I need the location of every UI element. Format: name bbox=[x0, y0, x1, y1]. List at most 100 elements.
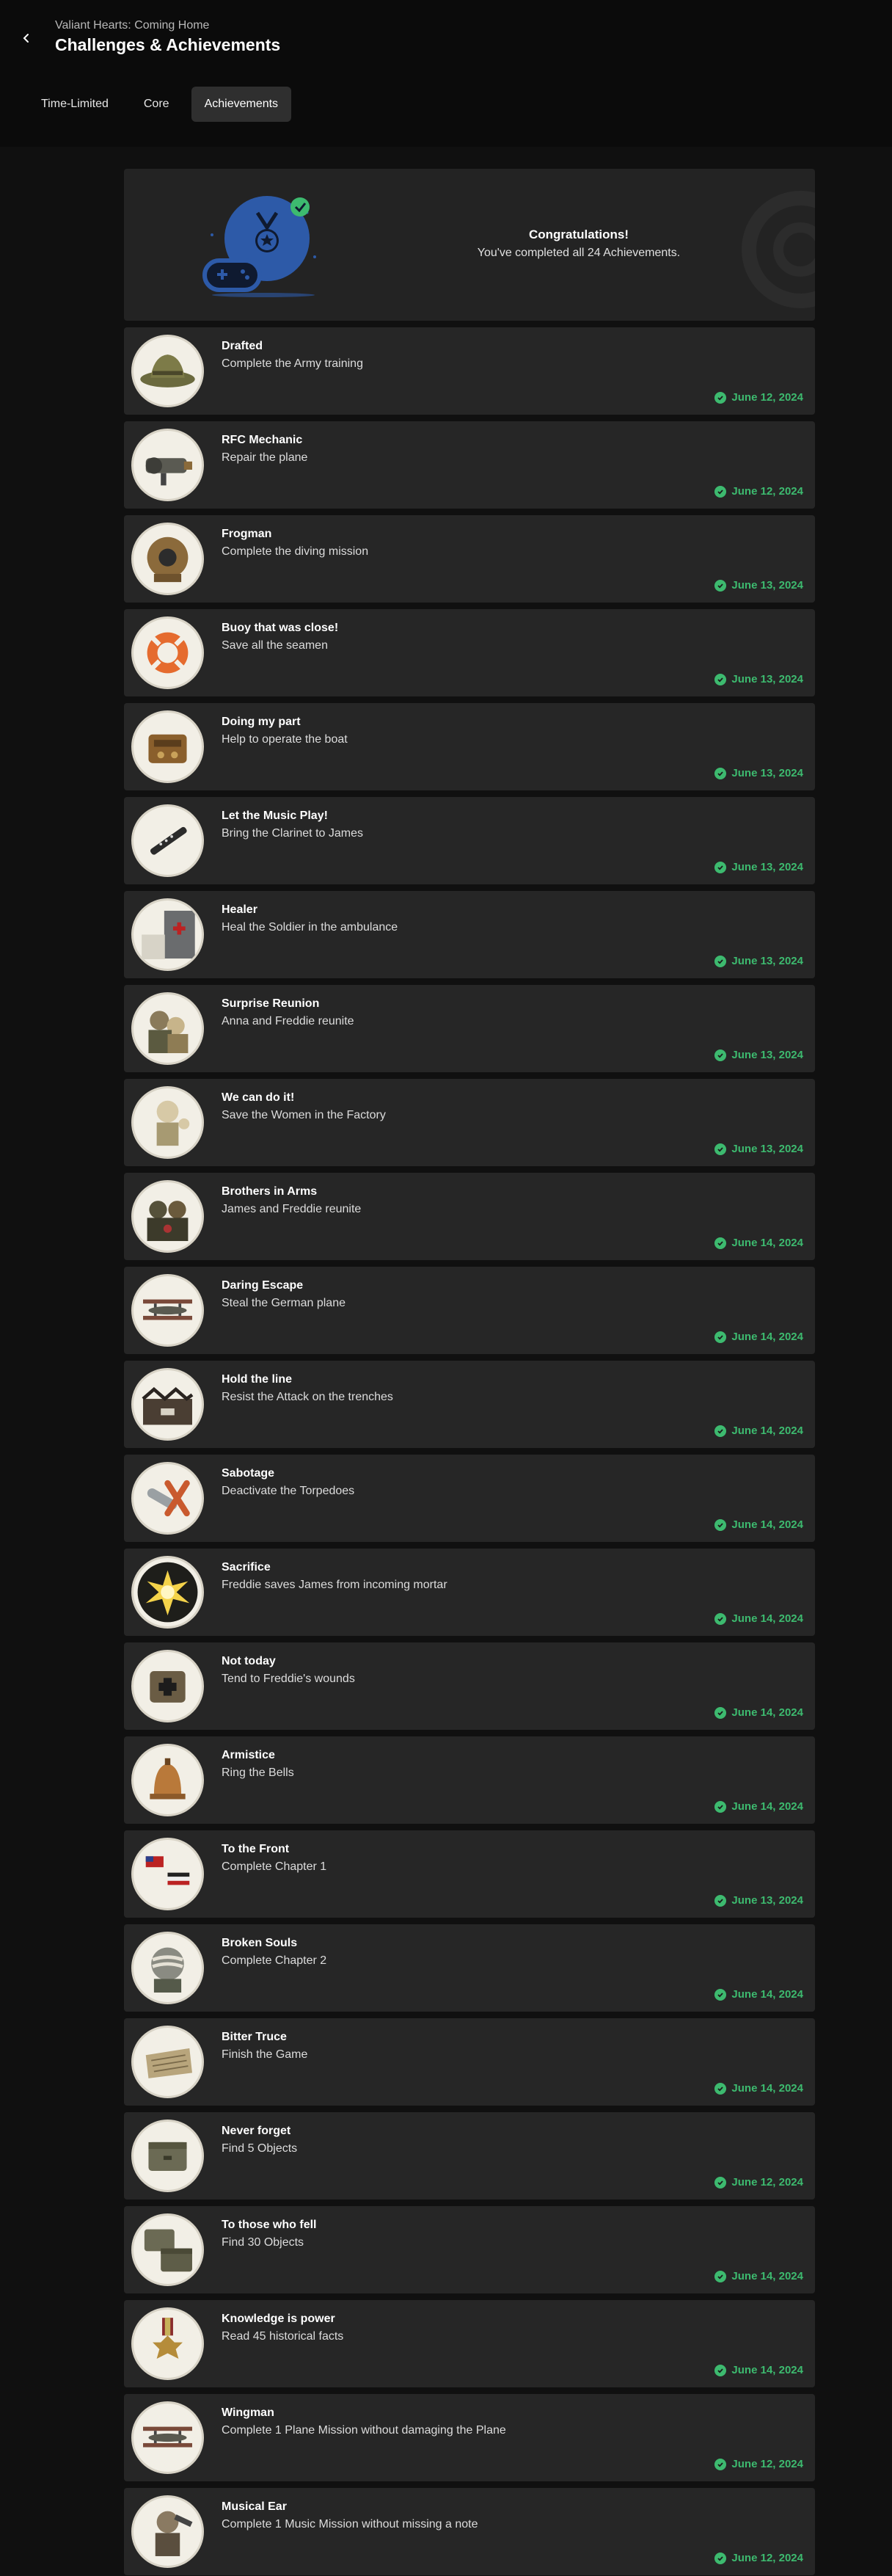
chevron-left-icon bbox=[23, 34, 29, 43]
achievement-card[interactable]: Daring Escape Steal the German plane Jun… bbox=[124, 1267, 815, 1354]
ubisoft-swirl-icon bbox=[742, 191, 815, 308]
achievement-name: Let the Music Play! bbox=[222, 809, 328, 822]
banner-title: Congratulations! bbox=[529, 228, 629, 241]
tab-time-limited[interactable]: Time-Limited bbox=[28, 87, 122, 122]
reunion-icon bbox=[131, 992, 204, 1065]
unlock-date: June 14, 2024 bbox=[714, 2082, 803, 2095]
achievement-description: Anna and Freddie reunite bbox=[222, 1015, 354, 1027]
achievement-name: Daring Escape bbox=[222, 1279, 304, 1292]
achievement-description: Ring the Bells bbox=[222, 1767, 294, 1779]
check-circle-icon bbox=[714, 1518, 727, 1531]
achievement-name: Musical Ear bbox=[222, 2500, 287, 2513]
achievement-description: James and Freddie reunite bbox=[222, 1203, 362, 1215]
achievement-card[interactable]: Buoy that was close! Save all the seamen… bbox=[124, 609, 815, 696]
achievement-description: Steal the German plane bbox=[222, 1297, 346, 1309]
unlock-date-text: June 12, 2024 bbox=[731, 391, 803, 404]
page-header: Valiant Hearts: Coming Home Challenges &… bbox=[0, 0, 892, 147]
bell-icon bbox=[131, 1744, 204, 1816]
achievement-card[interactable]: Bitter Truce Finish the Game June 14, 20… bbox=[124, 2018, 815, 2106]
tab-core[interactable]: Core bbox=[131, 87, 183, 122]
achievement-card[interactable]: Broken Souls Complete Chapter 2 June 14,… bbox=[124, 1924, 815, 2012]
army-hat-icon bbox=[131, 335, 204, 407]
achievement-description: Bring the Clarinet to James bbox=[222, 827, 363, 840]
achievement-card[interactable]: To the Front Complete Chapter 1 June 13,… bbox=[124, 1830, 815, 1918]
unlock-date: June 14, 2024 bbox=[714, 1800, 803, 1813]
achievement-card[interactable]: We can do it! Save the Women in the Fact… bbox=[124, 1079, 815, 1166]
unlock-date-text: June 14, 2024 bbox=[731, 1706, 803, 1719]
unlock-date-text: June 14, 2024 bbox=[731, 1331, 803, 1343]
achievement-name: Surprise Reunion bbox=[222, 997, 320, 1010]
achievement-card[interactable]: RFC Mechanic Repair the plane June 12, 2… bbox=[124, 421, 815, 509]
unlock-date-text: June 14, 2024 bbox=[731, 1237, 803, 1249]
check-circle-icon bbox=[714, 2552, 727, 2564]
achievement-name: Knowledge is power bbox=[222, 2313, 335, 2325]
achievement-card[interactable]: Sabotage Deactivate the Torpedoes June 1… bbox=[124, 1455, 815, 1542]
achievement-card[interactable]: Frogman Complete the diving mission June… bbox=[124, 515, 815, 603]
achievement-description: Read 45 historical facts bbox=[222, 2330, 344, 2343]
back-button[interactable] bbox=[18, 29, 35, 47]
medal-controller-icon bbox=[202, 196, 316, 297]
achievement-description: Save the Women in the Factory bbox=[222, 1109, 386, 1121]
achievement-name: Not today bbox=[222, 1655, 276, 1667]
achievement-name: Frogman bbox=[222, 528, 272, 540]
achievement-name: Wingman bbox=[222, 2406, 274, 2419]
achievement-card[interactable]: Wingman Complete 1 Plane Mission without… bbox=[124, 2394, 815, 2481]
letter-icon bbox=[131, 2026, 204, 2098]
unlock-date: June 13, 2024 bbox=[714, 767, 803, 779]
unlock-date-text: June 13, 2024 bbox=[731, 861, 803, 873]
unlock-date-text: June 14, 2024 bbox=[731, 1612, 803, 1625]
achievement-card[interactable]: Knowledge is power Read 45 historical fa… bbox=[124, 2300, 815, 2387]
check-circle-icon bbox=[714, 2270, 727, 2282]
completion-banner: Congratulations! You've completed all 24… bbox=[124, 169, 815, 321]
banner-subtitle: You've completed all 24 Achievements. bbox=[477, 247, 681, 259]
check-circle-icon bbox=[714, 1049, 727, 1061]
trench-icon bbox=[131, 1368, 204, 1441]
banner-text: Congratulations! You've completed all 24… bbox=[432, 228, 725, 260]
unlock-date-text: June 13, 2024 bbox=[731, 955, 803, 967]
unlock-date: June 12, 2024 bbox=[714, 485, 803, 498]
achievement-card[interactable]: Armistice Ring the Bells June 14, 2024 bbox=[124, 1736, 815, 1824]
unlock-date-text: June 14, 2024 bbox=[731, 2082, 803, 2095]
unlock-date-text: June 13, 2024 bbox=[731, 1049, 803, 1061]
unlock-date-text: June 14, 2024 bbox=[731, 1988, 803, 2001]
unlock-date: June 13, 2024 bbox=[714, 1143, 803, 1155]
check-circle-icon bbox=[714, 1988, 727, 2001]
achievement-card[interactable]: Surprise Reunion Anna and Freddie reunit… bbox=[124, 985, 815, 1072]
achievement-card[interactable]: Drafted Complete the Army training June … bbox=[124, 327, 815, 415]
unlock-date: June 12, 2024 bbox=[714, 2458, 803, 2470]
clarinet-icon bbox=[131, 804, 204, 877]
unlock-date-text: June 13, 2024 bbox=[731, 1143, 803, 1155]
medal-cross-icon bbox=[131, 2307, 204, 2380]
check-circle-icon bbox=[714, 861, 727, 873]
achievement-card[interactable]: Not today Tend to Freddie's wounds June … bbox=[124, 1642, 815, 1730]
unlock-date: June 12, 2024 bbox=[714, 2552, 803, 2564]
achievement-card[interactable]: Hold the line Resist the Attack on the t… bbox=[124, 1361, 815, 1448]
unlock-date-text: June 13, 2024 bbox=[731, 767, 803, 779]
achievement-description: Help to operate the boat bbox=[222, 733, 348, 746]
achievement-card[interactable]: Never forget Find 5 Objects June 12, 202… bbox=[124, 2112, 815, 2200]
achievement-name: RFC Mechanic bbox=[222, 434, 303, 446]
achievement-card[interactable]: Sacrifice Freddie saves James from incom… bbox=[124, 1549, 815, 1636]
unlock-date-text: June 14, 2024 bbox=[731, 1800, 803, 1813]
achievement-card[interactable]: Doing my part Help to operate the boat J… bbox=[124, 703, 815, 790]
achievement-card[interactable]: Let the Music Play! Bring the Clarinet t… bbox=[124, 797, 815, 884]
unlock-date: June 14, 2024 bbox=[714, 1706, 803, 1719]
achievement-card[interactable]: Healer Heal the Soldier in the ambulance… bbox=[124, 891, 815, 978]
check-circle-icon bbox=[714, 1706, 727, 1719]
unlock-date: June 13, 2024 bbox=[714, 861, 803, 873]
achievement-card[interactable]: Musical Ear Complete 1 Music Mission wit… bbox=[124, 2488, 815, 2575]
tab-bar: Time-Limited Core Achievements bbox=[28, 87, 292, 122]
achievement-items: Drafted Complete the Army training June … bbox=[124, 327, 815, 2575]
crates-icon bbox=[131, 2213, 204, 2286]
achievement-card[interactable]: Brothers in Arms James and Freddie reuni… bbox=[124, 1173, 815, 1260]
achievement-card[interactable]: To those who fell Find 30 Objects June 1… bbox=[124, 2206, 815, 2293]
unlock-date-text: June 14, 2024 bbox=[731, 2364, 803, 2376]
tab-achievements[interactable]: Achievements bbox=[191, 87, 292, 122]
achievement-name: Buoy that was close! bbox=[222, 622, 339, 634]
achievement-description: Complete the diving mission bbox=[222, 545, 369, 558]
ambulance-icon bbox=[131, 898, 204, 971]
achievement-description: Deactivate the Torpedoes bbox=[222, 1485, 355, 1497]
check-circle-icon bbox=[714, 767, 727, 779]
diving-helmet-icon bbox=[131, 523, 204, 595]
soldiers-icon bbox=[131, 1180, 204, 1253]
